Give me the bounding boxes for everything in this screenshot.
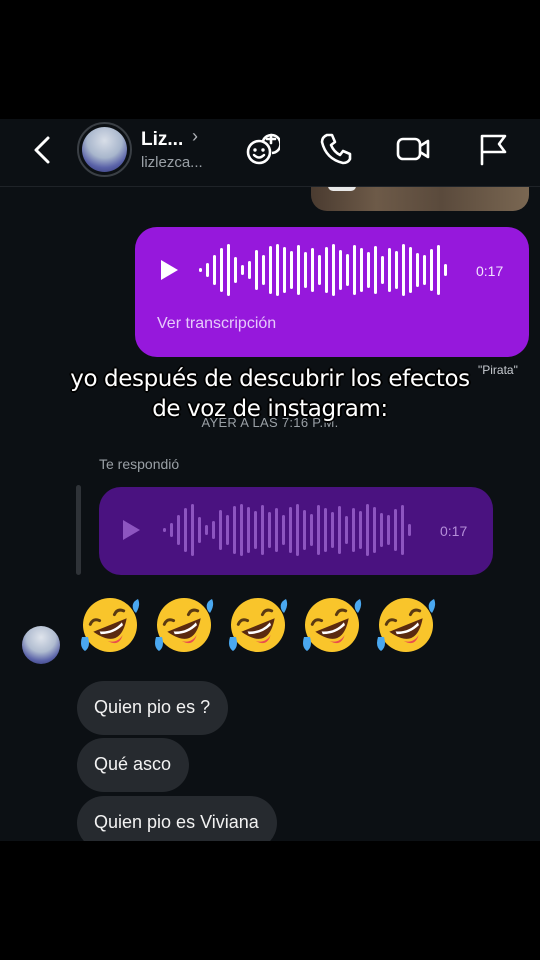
sender-avatar[interactable] <box>22 626 60 664</box>
message-bubble[interactable]: Qué asco <box>77 738 190 792</box>
chat-screen: Liz... › lizlezca... 0:17 Ver transcripc… <box>0 119 540 841</box>
rolling-laughing-emoji <box>374 591 438 671</box>
sent-voice-message[interactable]: 0:17 Ver transcripción <box>135 227 529 357</box>
chevron-right-icon[interactable]: › <box>192 126 198 147</box>
caption-line: yo después de descubrir los efectos <box>70 366 470 392</box>
view-transcript-link[interactable]: Ver transcripción <box>157 315 276 333</box>
contact-handle[interactable]: lizlezca... <box>141 154 203 171</box>
back-arrow-icon[interactable] <box>28 135 58 165</box>
message-bubble[interactable]: Quien pio es Viviana <box>77 796 277 841</box>
rolling-laughing-emoji <box>78 591 142 671</box>
quoted-voice-message[interactable]: 0:17 <box>99 487 493 575</box>
profile-avatar[interactable] <box>77 122 132 177</box>
chat-header: Liz... › lizlezca... <box>0 119 540 187</box>
emoji-message[interactable] <box>78 591 438 671</box>
rolling-laughing-emoji <box>152 591 216 671</box>
waveform-icon <box>163 504 411 556</box>
video-caption: yo después de descubrir los efectos de v… <box>0 364 540 424</box>
rolling-laughing-emoji <box>226 591 290 671</box>
voice-duration: 0:17 <box>476 263 504 279</box>
play-icon[interactable] <box>159 259 179 281</box>
caption-line: de voz de instagram: <box>152 396 388 422</box>
message-bubble[interactable]: Quien pio es ? <box>77 681 229 735</box>
play-icon[interactable] <box>121 519 141 541</box>
contact-name[interactable]: Liz... <box>141 129 183 151</box>
rolling-laughing-emoji <box>300 591 364 671</box>
voice-duration: 0:17 <box>440 523 468 539</box>
reply-indicator <box>76 485 81 575</box>
flag-icon[interactable] <box>475 131 511 167</box>
phone-icon[interactable] <box>318 131 354 167</box>
sticker-group-icon[interactable] <box>244 131 280 167</box>
waveform-icon <box>199 244 447 296</box>
video-camera-icon[interactable] <box>395 131 431 167</box>
replied-label: Te respondió <box>99 456 180 472</box>
